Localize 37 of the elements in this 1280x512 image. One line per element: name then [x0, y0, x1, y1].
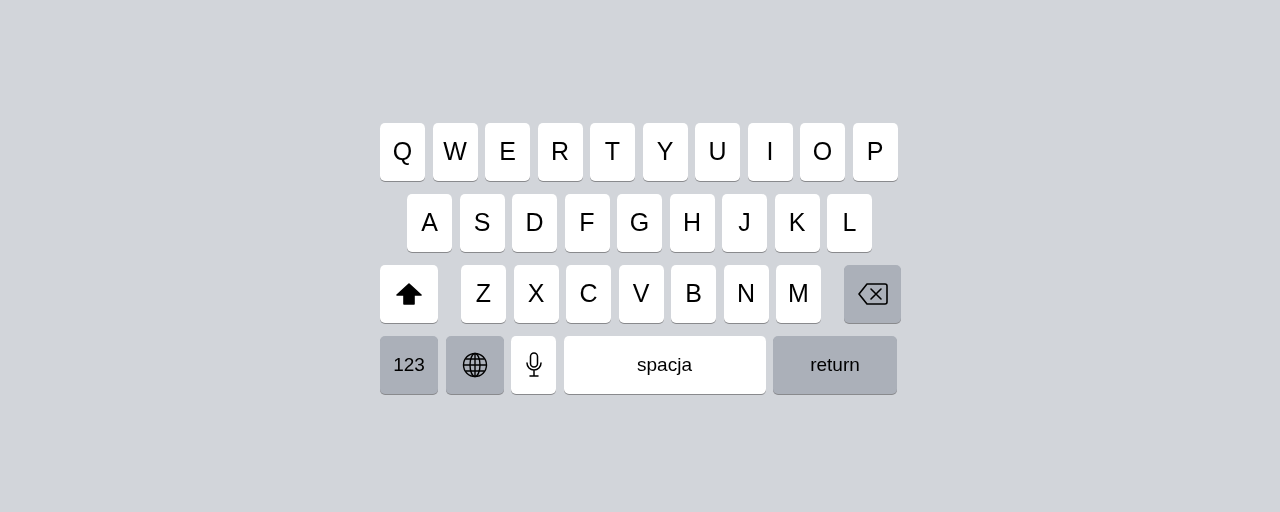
letter-key[interactable]: Z: [461, 264, 506, 323]
shift-key[interactable]: [380, 264, 438, 323]
letter-key[interactable]: N: [723, 264, 769, 323]
letter-key[interactable]: I: [747, 122, 793, 181]
backspace-key[interactable]: [844, 264, 901, 323]
letter-key[interactable]: G: [617, 193, 662, 252]
shift-icon: [396, 282, 422, 305]
letter-key[interactable]: Q: [380, 122, 425, 181]
letter-key[interactable]: H: [669, 193, 715, 252]
letter-key[interactable]: J: [722, 193, 767, 252]
numbers-key[interactable]: 123: [380, 335, 438, 394]
letter-key[interactable]: F: [564, 193, 610, 252]
backspace-icon: [857, 282, 888, 305]
letter-key[interactable]: V: [618, 264, 664, 323]
globe-icon: [461, 351, 488, 378]
letter-key[interactable]: W: [432, 122, 478, 181]
letter-key[interactable]: R: [537, 122, 583, 181]
return-key[interactable]: return: [773, 335, 897, 394]
letter-key[interactable]: Y: [642, 122, 688, 181]
microphone-icon: [524, 351, 543, 378]
letter-key[interactable]: X: [513, 264, 559, 323]
letter-key[interactable]: O: [800, 122, 845, 181]
letter-key[interactable]: A: [407, 193, 452, 252]
dictation-key[interactable]: [511, 335, 556, 394]
letter-key[interactable]: U: [695, 122, 740, 181]
letter-key[interactable]: M: [776, 264, 821, 323]
letter-key[interactable]: T: [590, 122, 635, 181]
letter-key[interactable]: D: [512, 193, 557, 252]
letter-key[interactable]: L: [827, 193, 872, 252]
letter-key[interactable]: B: [671, 264, 716, 323]
letter-key[interactable]: C: [566, 264, 611, 323]
letter-key[interactable]: P: [852, 122, 898, 181]
letter-key[interactable]: E: [485, 122, 530, 181]
globe-key[interactable]: [445, 335, 504, 394]
letter-key[interactable]: K: [774, 193, 820, 252]
space-key[interactable]: spacja: [563, 335, 766, 394]
letter-key[interactable]: S: [459, 193, 505, 252]
